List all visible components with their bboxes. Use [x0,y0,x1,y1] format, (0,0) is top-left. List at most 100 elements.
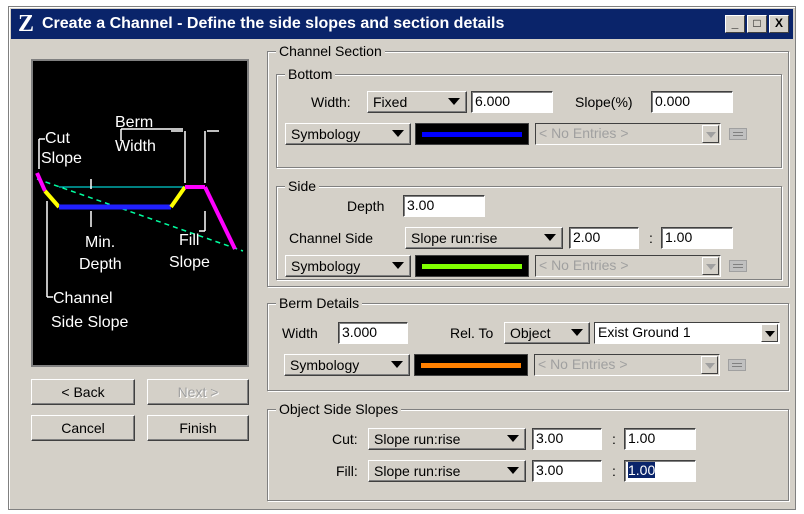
bottom-color-line [422,132,522,137]
chevron-down-icon [391,361,403,368]
chevron-down-icon [705,363,715,369]
cut-run-input[interactable]: 3.00 [532,428,602,450]
ground-line [36,178,244,252]
berm-width-label: Width [282,325,318,341]
bottom-group: Bottom Width: Fixed 6.000 Slope(%) 0.000… [276,66,782,168]
bottom-width-mode-dropdown[interactable]: Fixed [367,91,467,113]
object-side-slopes-label: Object Side Slopes [276,401,402,417]
side-entries-value: < No Entries > [539,257,629,273]
side-color-line [422,264,522,269]
berm-details-group: Berm Details Width 3.000 Rel. To Object … [267,295,789,391]
channel-side-label: Channel Side [289,230,374,246]
list-icon[interactable] [729,260,747,272]
minimize-button[interactable]: _ [725,15,745,33]
cut-rise-input[interactable]: 1.00 [624,428,696,450]
chevron-down-icon [507,467,519,474]
channel-side-rise-input[interactable]: 1.00 [661,227,733,249]
fill-mode-dropdown[interactable]: Slope run:rise [368,460,526,482]
chevron-down-icon [392,262,404,269]
fill-rise-selected-text: 1.00 [628,462,656,478]
window-title: Create a Channel - Define the side slope… [42,15,505,32]
bottom-width-label: Width: [311,94,351,110]
list-icon[interactable] [729,128,747,140]
fill-mode-value: Slope run:rise [374,463,461,479]
bottom-slope-input[interactable]: 0.000 [651,91,733,113]
channel-diagram-svg: Cut Slope Berm Width Min. Depth Fill Slo… [35,114,244,331]
right-side-slope [169,185,187,209]
side-entries-combo[interactable]: < No Entries > [535,255,721,277]
next-button[interactable]: Next > [147,379,249,405]
fill-run-input[interactable]: 3.00 [532,460,602,482]
channel-diagram: Cut Slope Berm Width Min. Depth Fill Slo… [31,59,249,367]
app-icon: Z [17,11,34,37]
berm-symbology-label: Symbology [290,357,360,373]
channel-side-mode-value: Slope run:rise [411,230,498,246]
fill-slope-label-2: Slope [169,254,210,271]
fill-ratio-separator: : [612,463,616,479]
channel-side-label-1: Channel [53,290,113,307]
berm-color-line [421,363,521,368]
cut-mode-dropdown[interactable]: Slope run:rise [368,428,526,450]
bottom-slope-label: Slope(%) [575,94,633,110]
object-side-slopes-group: Object Side Slopes Cut: Slope run:rise 3… [267,401,789,501]
cut-berm-segment [35,172,47,192]
bottom-symbology-label: Symbology [291,126,361,142]
bottom-entries-value: < No Entries > [539,125,629,141]
chevron-down-icon [706,132,716,138]
dialog-window: Z Create a Channel - Define the side slo… [8,6,796,510]
cut-slope-label-2: Slope [41,150,82,167]
channel-side-label-2: Side Slope [51,314,128,331]
chevron-down-icon [544,234,556,241]
depth-label: Depth [347,198,385,214]
ratio-separator: : [649,230,653,246]
title-bar[interactable]: Z Create a Channel - Define the side slo… [11,9,793,39]
side-symbology-dropdown[interactable]: Symbology [285,255,411,277]
min-depth-label-2: Depth [79,256,122,273]
depth-input[interactable]: 3.00 [403,195,485,217]
chevron-down-icon [571,329,583,336]
berm-width-label-1: Berm [115,114,153,131]
bottom-width-mode-value: Fixed [373,94,408,110]
bottom-symbology-swatch[interactable] [415,123,529,145]
fill-rise-input[interactable]: 1.00 [624,460,696,482]
berm-object-combo[interactable]: Exist Ground 1 [594,322,780,344]
chevron-down-icon [507,435,519,442]
berm-entries-combo[interactable]: < No Entries > [534,354,720,376]
bottom-label: Bottom [285,66,336,82]
fill-label: Fill: [336,463,358,479]
berm-details-label: Berm Details [276,295,363,311]
chevron-down-icon [448,98,460,105]
channel-section-group: Channel Section Bottom Width: Fixed 6.00… [267,43,789,287]
cut-slope-label-1: Cut [45,130,70,147]
side-symbology-swatch[interactable] [415,255,529,277]
bottom-width-input[interactable]: 6.000 [471,91,553,113]
min-depth-label-1: Min. [85,234,115,251]
rel-to-value: Object [510,325,551,341]
berm-symbology-swatch[interactable] [414,354,528,376]
list-icon[interactable] [728,359,746,371]
side-label: Side [285,178,320,194]
berm-symbology-dropdown[interactable]: Symbology [284,354,410,376]
cut-mode-value: Slope run:rise [374,431,461,447]
cancel-button[interactable]: Cancel [31,415,135,441]
side-symbology-label: Symbology [291,258,361,274]
channel-side-mode-dropdown[interactable]: Slope run:rise [405,227,563,249]
fill-slope-label-1: Fill [179,232,199,249]
side-group: Side Depth 3.00 Channel Side Slope run:r… [276,178,782,280]
rel-to-dropdown[interactable]: Object [504,322,590,344]
bottom-entries-combo[interactable]: < No Entries > [535,123,721,145]
channel-section-label: Channel Section [276,43,385,59]
chevron-down-icon [706,264,716,270]
berm-object-value: Exist Ground 1 [598,324,691,340]
finish-button[interactable]: Finish [147,415,249,441]
close-button[interactable]: X [769,15,789,33]
berm-width-input[interactable]: 3.000 [338,322,408,344]
chevron-down-icon [765,331,775,337]
bottom-symbology-dropdown[interactable]: Symbology [285,123,411,145]
chevron-down-icon [392,130,404,137]
back-button[interactable]: < Back [31,379,135,405]
maximize-button[interactable]: □ [747,15,767,33]
cut-label: Cut: [332,431,358,447]
berm-width-label-2: Width [115,138,156,155]
channel-side-run-input[interactable]: 2.00 [569,227,639,249]
